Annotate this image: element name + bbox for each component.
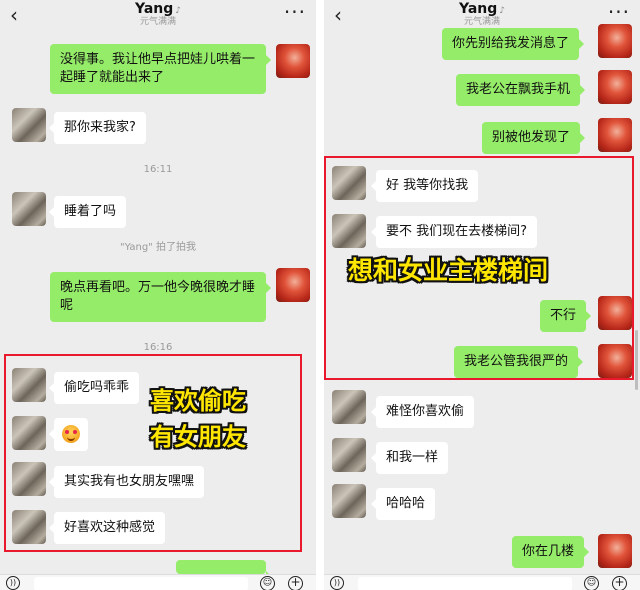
more-icon[interactable]: ···: [284, 2, 306, 22]
message-bubble-outgoing[interactable]: 你先别给我发消息了: [442, 28, 585, 60]
message-bubble-outgoing[interactable]: 别被他发现了: [482, 122, 586, 154]
avatar-self[interactable]: [276, 268, 310, 302]
avatar-contact[interactable]: [332, 438, 366, 472]
message-input[interactable]: [358, 577, 572, 590]
message-bubble-outgoing[interactable]: 晚点再看吧。万一他今晚很晚才睡呢: [50, 272, 271, 322]
avatar-self[interactable]: [598, 24, 632, 58]
message-bubble-incoming[interactable]: 睡着了吗: [48, 196, 127, 228]
avatar-self[interactable]: [276, 44, 310, 78]
avatar-contact[interactable]: [332, 390, 366, 424]
avatar-contact[interactable]: [12, 192, 46, 226]
timestamp: 16:16: [143, 342, 173, 353]
message-input[interactable]: [34, 577, 248, 590]
emoji-icon[interactable]: ☺: [584, 576, 599, 590]
avatar-contact[interactable]: [12, 108, 46, 142]
system-message: "Yang" 拍了拍我: [120, 242, 196, 253]
message-bubble-incoming[interactable]: 和我一样: [370, 442, 449, 474]
chat-status: 元气满满: [463, 17, 500, 27]
highlight-box: [4, 354, 302, 552]
chat-screen-right: ‹ Yang ♪ 元气满满 ··· 你先别给我发消息了 我老公在飘我手机 别被他发…: [324, 0, 640, 590]
message-bubble-outgoing[interactable]: 没得事。我让他早点把娃儿哄着一起睡了就能出来了: [50, 44, 271, 94]
chat-status: 元气满满: [139, 17, 176, 27]
message-bubble-outgoing[interactable]: 我老公在飘我手机: [456, 74, 586, 106]
input-bar: )) ☺ +: [324, 574, 640, 590]
highlight-box: [324, 156, 634, 380]
more-icon[interactable]: ···: [608, 2, 630, 22]
message-bubble-incoming[interactable]: 难怪你喜欢偷: [370, 396, 475, 428]
bell-off-icon: ♪: [175, 6, 182, 16]
timestamp: 16:11: [143, 164, 173, 175]
plus-icon[interactable]: +: [612, 576, 627, 590]
avatar-self[interactable]: [598, 118, 632, 152]
emoji-icon[interactable]: ☺: [260, 576, 275, 590]
message-bubble-outgoing[interactable]: [176, 560, 271, 581]
message-bubble-incoming[interactable]: 那你来我家?: [49, 112, 146, 144]
avatar-contact[interactable]: [332, 484, 366, 518]
avatar-self[interactable]: [598, 70, 632, 104]
nav-bar: ‹ Yang ♪ 元气满满 ···: [0, 0, 316, 32]
chat-screen-left: ‹ Yang ♪ 元气满满 ··· 没得事。我让他早点把娃儿哄着一起睡了就能出来了…: [0, 0, 316, 590]
overlay-caption: 喜欢偷吃: [150, 387, 246, 415]
chat-title: Yang: [134, 1, 174, 17]
voice-icon[interactable]: )): [6, 576, 20, 590]
plus-icon[interactable]: +: [288, 576, 303, 590]
input-bar: )) ☺ +: [0, 574, 316, 590]
overlay-caption: 有女朋友: [150, 423, 246, 451]
avatar-self[interactable]: [598, 534, 632, 568]
chat-title: Yang: [458, 1, 498, 17]
bell-off-icon: ♪: [499, 6, 506, 16]
message-bubble-outgoing[interactable]: 你在几楼: [512, 536, 590, 568]
scrollbar[interactable]: [635, 330, 638, 390]
message-bubble-incoming[interactable]: 哈哈哈: [370, 488, 436, 520]
voice-icon[interactable]: )): [330, 576, 344, 590]
